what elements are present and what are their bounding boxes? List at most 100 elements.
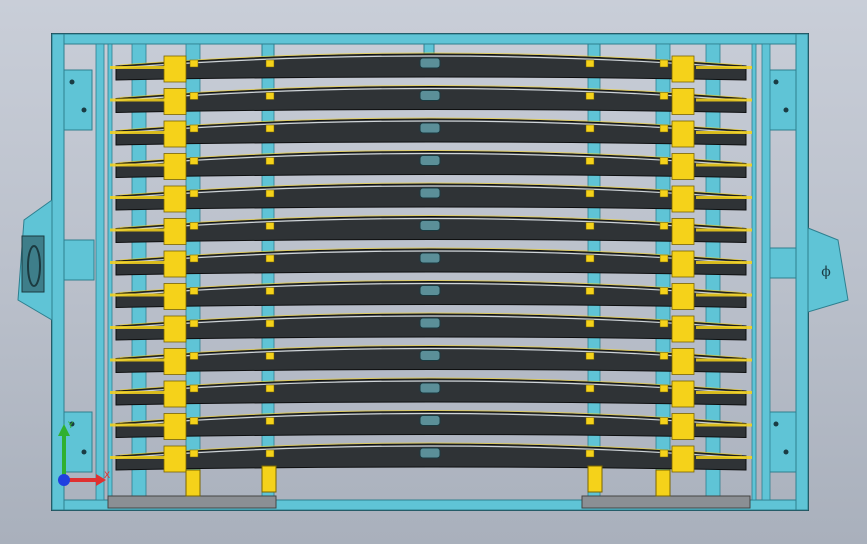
clamp-block[interactable] <box>163 218 187 245</box>
leaf-marker <box>189 189 199 198</box>
clamp-finger <box>110 163 166 167</box>
right-foot-block <box>581 495 751 509</box>
leaf-marker <box>585 222 595 230</box>
clamp-finger <box>110 358 166 362</box>
clamp-block[interactable] <box>671 348 695 375</box>
leaf-marker <box>265 287 275 295</box>
clamp-finger <box>696 456 752 459</box>
leaf-marker <box>189 254 199 263</box>
leaf-marker <box>585 59 595 68</box>
clamp-block[interactable] <box>671 88 695 115</box>
bolt-hole <box>69 79 75 85</box>
leaf-marker <box>659 254 669 263</box>
right-handle[interactable]: ϕ <box>807 227 849 313</box>
clamp-block[interactable] <box>163 250 187 278</box>
leaf-spring-stack[interactable] <box>115 52 747 471</box>
right-top-plate[interactable] <box>767 69 797 131</box>
center-bolt[interactable] <box>419 187 441 199</box>
clamp-block[interactable] <box>163 413 187 440</box>
center-bolt[interactable] <box>419 220 441 231</box>
leaf-marker <box>189 319 199 328</box>
frame-top-rail[interactable] <box>51 33 809 45</box>
clamp-block[interactable] <box>671 55 695 83</box>
clamp-block[interactable] <box>671 315 695 343</box>
clamp-finger <box>696 66 752 69</box>
clamp-finger <box>696 228 752 232</box>
z-axis-dot <box>58 474 70 486</box>
leaf-marker <box>189 449 199 458</box>
leaf-marker <box>265 157 275 165</box>
center-bolt[interactable] <box>419 447 441 459</box>
center-bolt[interactable] <box>419 350 441 361</box>
clamp-block[interactable] <box>163 153 187 180</box>
clamp-finger <box>696 163 752 167</box>
cad-viewport[interactable]: ϕ X Y <box>0 0 867 544</box>
clamp-block[interactable] <box>671 250 695 278</box>
clamp-foot <box>587 465 603 493</box>
center-bolt[interactable] <box>419 285 441 296</box>
clamp-finger <box>696 98 752 102</box>
bolt-hole <box>81 107 87 113</box>
center-bolt[interactable] <box>419 382 441 394</box>
clamp-block[interactable] <box>671 380 695 408</box>
leaf-marker <box>585 189 595 198</box>
frame-right-rail[interactable] <box>795 33 809 511</box>
clamp-block[interactable] <box>163 315 187 343</box>
leaf-marker <box>585 92 595 100</box>
clamp-block[interactable] <box>163 88 187 115</box>
clamp-block[interactable] <box>671 185 695 213</box>
left-mid-bracket[interactable] <box>63 239 95 281</box>
leaf-marker <box>265 92 275 100</box>
center-bolt[interactable] <box>419 122 441 134</box>
leaf-marker <box>265 352 275 360</box>
center-bolt[interactable] <box>419 57 441 69</box>
leaf-marker <box>659 352 669 360</box>
bolt-hole <box>783 449 789 455</box>
leaf-marker <box>659 189 669 198</box>
leaf-marker <box>659 92 669 100</box>
clamp-block[interactable] <box>671 120 695 148</box>
clamp-block[interactable] <box>671 413 695 440</box>
center-bolt[interactable] <box>419 317 441 329</box>
clamp-block[interactable] <box>671 153 695 180</box>
leaf-marker <box>189 384 199 393</box>
leaf-marker <box>659 157 669 165</box>
clamp-finger <box>110 423 166 427</box>
leaf-marker <box>585 384 595 393</box>
bolt-hole <box>783 107 789 113</box>
center-bolt[interactable] <box>419 415 441 426</box>
clamp-finger <box>696 131 752 134</box>
leaf-marker <box>265 124 275 133</box>
leaf-marker <box>659 449 669 458</box>
right-bottom-plate[interactable] <box>767 411 797 473</box>
leaf-marker <box>659 384 669 393</box>
bolt-hole <box>81 449 87 455</box>
clamp-block[interactable] <box>163 120 187 148</box>
leaf-marker <box>265 189 275 198</box>
left-top-plate[interactable] <box>63 69 93 131</box>
clamp-block[interactable] <box>163 185 187 213</box>
left-handle[interactable] <box>17 199 53 321</box>
leaf-marker <box>265 319 275 328</box>
leaf-marker <box>189 157 199 165</box>
clamp-block[interactable] <box>163 380 187 408</box>
center-bolt[interactable] <box>419 252 441 264</box>
clamp-block[interactable] <box>671 283 695 310</box>
clamp-block[interactable] <box>671 445 695 473</box>
center-bolt[interactable] <box>419 155 441 166</box>
clamp-foot <box>185 469 201 497</box>
y-axis-label: Y <box>67 421 74 431</box>
clamp-finger <box>696 261 752 264</box>
leaf-marker <box>189 59 199 68</box>
right-mid-bracket[interactable] <box>767 247 797 279</box>
center-bolt[interactable] <box>419 90 441 101</box>
clamp-block[interactable] <box>163 348 187 375</box>
clamp-finger <box>110 228 166 232</box>
clamp-block[interactable] <box>163 445 187 473</box>
frame-post <box>751 43 757 501</box>
clamp-block[interactable] <box>671 218 695 245</box>
clamp-finger <box>110 196 166 199</box>
clamp-block[interactable] <box>163 283 187 310</box>
leaf-marker <box>265 384 275 393</box>
clamp-block[interactable] <box>163 55 187 83</box>
